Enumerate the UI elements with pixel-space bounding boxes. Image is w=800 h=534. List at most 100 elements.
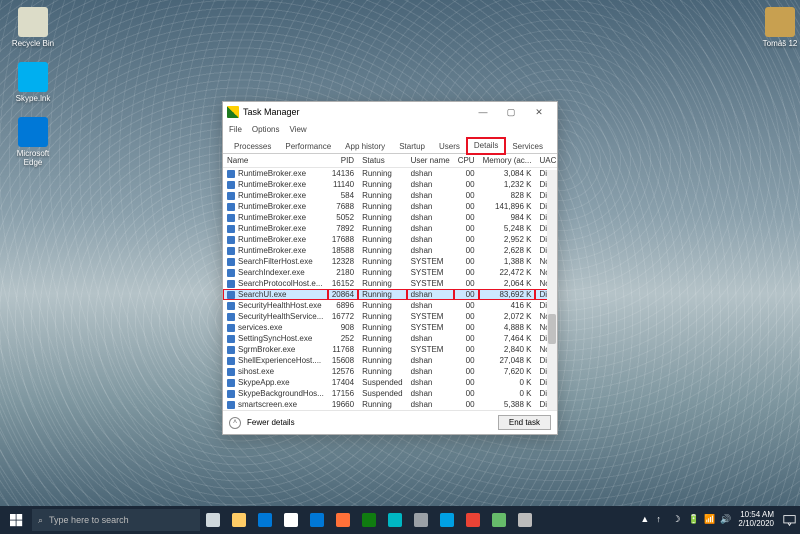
cell: 00 <box>454 355 479 366</box>
action-center-button[interactable] <box>778 506 800 534</box>
table-row[interactable]: SearchProtocolHost.e...16152RunningSYSTE… <box>223 278 557 289</box>
scrollbar-thumb[interactable] <box>548 314 556 344</box>
tray-icon[interactable]: 📶 <box>704 514 716 526</box>
taskbar-app-file-explorer[interactable] <box>226 506 252 534</box>
cell: 00 <box>454 344 479 355</box>
cell: SkypeBackgroundHos... <box>223 388 328 399</box>
taskbar-app-xbox[interactable] <box>356 506 382 534</box>
tab-services[interactable]: Services <box>505 139 550 154</box>
table-row[interactable]: RuntimeBroker.exe14136Runningdshan003,08… <box>223 168 557 180</box>
process-icon <box>227 181 235 189</box>
menu-file[interactable]: File <box>229 125 242 134</box>
tab-app-history[interactable]: App history <box>338 139 392 154</box>
taskbar-app-store[interactable] <box>278 506 304 534</box>
minimize-button[interactable]: — <box>469 103 497 121</box>
table-row[interactable]: SearchUI.exe20864Runningdshan0083,692 KD… <box>223 289 557 300</box>
taskbar-app-mail[interactable] <box>304 506 330 534</box>
tab-startup[interactable]: Startup <box>392 139 432 154</box>
table-row[interactable]: SearchFilterHost.exe12328RunningSYSTEM00… <box>223 256 557 267</box>
column-header[interactable]: UAC virtualizati... <box>535 154 557 168</box>
table-row[interactable]: SearchIndexer.exe2180RunningSYSTEM0022,4… <box>223 267 557 278</box>
desktop-icon-microsoft-edge[interactable]: Microsoft Edge <box>9 117 57 167</box>
column-header[interactable]: Name <box>223 154 328 168</box>
taskbar-app-task-view[interactable] <box>200 506 226 534</box>
taskbar-app-edge[interactable] <box>252 506 278 534</box>
table-row[interactable]: sihost.exe12576Runningdshan007,620 KDisa… <box>223 366 557 377</box>
end-task-button[interactable]: End task <box>498 415 551 430</box>
tab-details[interactable]: Details <box>467 138 505 154</box>
maximize-button[interactable]: ▢ <box>497 103 525 121</box>
table-row[interactable]: services.exe908RunningSYSTEM004,888 KNot… <box>223 322 557 333</box>
icon-label: Recycle Bin <box>9 39 57 48</box>
cell: dshan <box>407 245 454 256</box>
menu-view[interactable]: View <box>289 125 306 134</box>
cell: RuntimeBroker.exe <box>223 190 328 201</box>
cell: 00 <box>454 289 479 300</box>
table-row[interactable]: SettingSyncHost.exe252Runningdshan007,46… <box>223 333 557 344</box>
column-header[interactable]: Memory (ac... <box>479 154 536 168</box>
cell: 12328 <box>328 256 358 267</box>
column-header[interactable]: Status <box>358 154 406 168</box>
tab-users[interactable]: Users <box>432 139 467 154</box>
taskbar-app-photos[interactable] <box>434 506 460 534</box>
taskbar-app-calculator[interactable] <box>408 506 434 534</box>
titlebar[interactable]: Task Manager — ▢ ✕ <box>223 102 557 122</box>
taskbar-app-unknown[interactable] <box>512 506 538 534</box>
task-view-icon <box>206 513 220 527</box>
tab-processes[interactable]: Processes <box>227 139 278 154</box>
table-row[interactable]: RuntimeBroker.exe5052Runningdshan00984 K… <box>223 212 557 223</box>
cell: dshan <box>407 168 454 180</box>
cell: dshan <box>407 300 454 311</box>
tray-icon[interactable]: ↑ <box>656 514 668 526</box>
tray-icon[interactable]: 🔋 <box>688 514 700 526</box>
cell: Running <box>358 300 406 311</box>
taskbar-app-notepad[interactable] <box>486 506 512 534</box>
table-row[interactable]: SecurityHealthHost.exe6896Runningdshan00… <box>223 300 557 311</box>
table-row[interactable]: ShellExperienceHost....15608Runningdshan… <box>223 355 557 366</box>
tray-icon[interactable]: ☽ <box>672 514 684 526</box>
taskbar-app-cortana[interactable] <box>382 506 408 534</box>
cell: dshan <box>407 388 454 399</box>
tray-icon[interactable]: ▲ <box>640 514 652 526</box>
table-row[interactable]: SkypeBackgroundHos...17156Suspendeddshan… <box>223 388 557 399</box>
icon-label: Tomáš 12 <box>756 39 800 48</box>
table-row[interactable]: RuntimeBroker.exe7892Runningdshan005,248… <box>223 223 557 234</box>
table-row[interactable]: SecurityHealthService...16772RunningSYST… <box>223 311 557 322</box>
tray-icon[interactable]: 🔊 <box>720 514 732 526</box>
desktop-icon-skype-lnk[interactable]: Skype.lnk <box>9 62 57 103</box>
column-header[interactable]: CPU <box>454 154 479 168</box>
details-grid: NamePIDStatusUser nameCPUMemory (ac...UA… <box>223 154 557 410</box>
fewer-details-link[interactable]: Fewer details <box>247 418 295 427</box>
process-icon <box>227 302 235 310</box>
menu-options[interactable]: Options <box>252 125 280 134</box>
taskbar-app-firefox[interactable] <box>330 506 356 534</box>
table-row[interactable]: SkypeApp.exe17404Suspendeddshan000 KDisa… <box>223 377 557 388</box>
close-button[interactable]: ✕ <box>525 103 553 121</box>
cell: 5052 <box>328 212 358 223</box>
cell: 00 <box>454 168 479 180</box>
column-header[interactable]: User name <box>407 154 454 168</box>
desktop-icon-recycle-bin[interactable]: Recycle Bin <box>9 7 57 48</box>
file-explorer-icon <box>232 513 246 527</box>
process-icon <box>227 203 235 211</box>
cell: RuntimeBroker.exe <box>223 168 328 180</box>
table-row[interactable]: smartscreen.exe19660Runningdshan005,388 … <box>223 399 557 410</box>
cell: 17404 <box>328 377 358 388</box>
chevron-up-icon[interactable]: ˄ <box>229 417 241 429</box>
start-button[interactable] <box>0 506 32 534</box>
taskbar-app-chrome[interactable] <box>460 506 486 534</box>
desktop-icon-tom-12[interactable]: Tomáš 12 <box>756 7 800 48</box>
table-row[interactable]: RuntimeBroker.exe17688Runningdshan002,95… <box>223 234 557 245</box>
tab-performance[interactable]: Performance <box>278 139 338 154</box>
column-header[interactable]: PID <box>328 154 358 168</box>
clock[interactable]: 10:54 AM 2/10/2020 <box>738 511 778 529</box>
search-input[interactable]: ⌕ Type here to search <box>32 509 200 531</box>
search-placeholder: Type here to search <box>49 515 129 525</box>
vertical-scrollbar[interactable] <box>547 170 557 410</box>
table-row[interactable]: RuntimeBroker.exe11140Runningdshan001,23… <box>223 179 557 190</box>
table-row[interactable]: SgrmBroker.exe11768RunningSYSTEM002,840 … <box>223 344 557 355</box>
cell: 6896 <box>328 300 358 311</box>
table-row[interactable]: RuntimeBroker.exe7688Runningdshan00141,8… <box>223 201 557 212</box>
table-row[interactable]: RuntimeBroker.exe18588Runningdshan002,62… <box>223 245 557 256</box>
table-row[interactable]: RuntimeBroker.exe584Runningdshan00828 KD… <box>223 190 557 201</box>
